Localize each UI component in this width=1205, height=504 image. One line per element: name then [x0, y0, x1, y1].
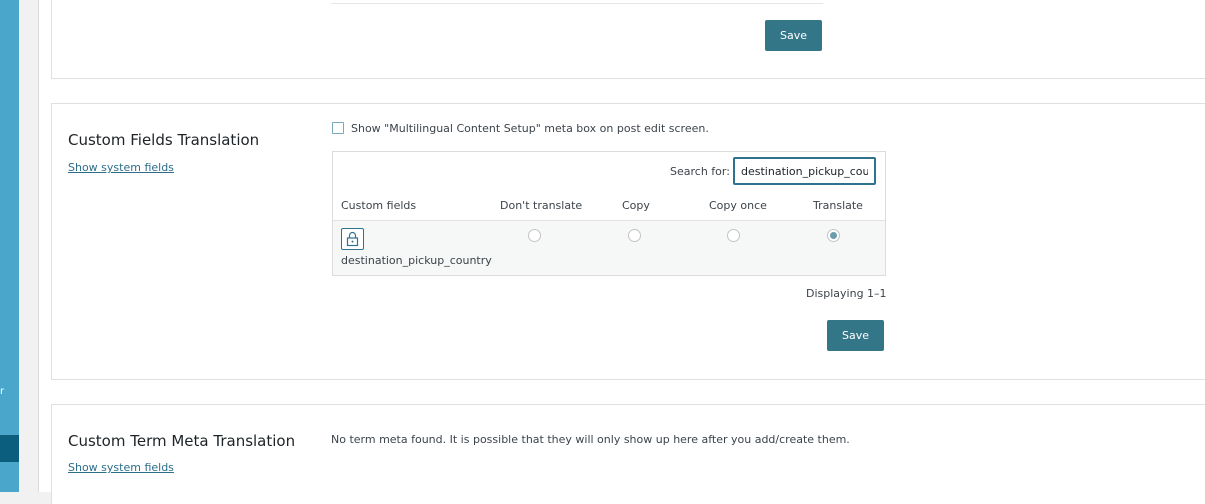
section-title: Custom Term Meta Translation	[68, 432, 296, 450]
show-system-fields-link[interactable]: Show system fields	[68, 161, 174, 174]
radio-dont-translate[interactable]	[528, 229, 541, 242]
divider	[331, 3, 823, 4]
lock-icon[interactable]	[341, 228, 364, 250]
previous-settings-panel	[51, 0, 1205, 79]
search-label: Search for:	[670, 165, 730, 178]
show-system-fields-link[interactable]: Show system fields	[68, 461, 174, 474]
custom-field-name: destination_pickup_country	[341, 254, 492, 267]
save-button[interactable]: Save	[827, 320, 884, 351]
radio-translate[interactable]	[827, 229, 840, 242]
sidebar-partial-text: r	[0, 386, 5, 397]
custom-term-meta-panel	[51, 404, 1205, 504]
column-header-custom-fields: Custom fields	[341, 199, 417, 212]
search-input[interactable]	[733, 157, 876, 185]
radio-copy-once[interactable]	[727, 229, 740, 242]
save-button[interactable]: Save	[765, 20, 822, 51]
column-header-copy-once: Copy once	[709, 199, 767, 212]
sidebar-active-item[interactable]	[0, 435, 19, 462]
sidebar-active-arrow	[19, 439, 29, 459]
column-header-translate: Translate	[813, 199, 863, 212]
column-header-dont-translate: Don't translate	[500, 199, 583, 212]
radio-copy[interactable]	[628, 229, 641, 242]
section-title: Custom Fields Translation	[68, 131, 260, 149]
displaying-count: Displaying 1–1	[806, 287, 887, 300]
term-meta-message: No term meta found. It is possible that …	[331, 433, 850, 446]
meta-box-checkbox[interactable]	[332, 122, 344, 134]
column-header-copy: Copy	[622, 199, 650, 212]
admin-sidebar	[0, 0, 19, 492]
meta-box-checkbox-label: Show "Multilingual Content Setup" meta b…	[351, 122, 709, 135]
table-header-divider	[333, 220, 885, 221]
